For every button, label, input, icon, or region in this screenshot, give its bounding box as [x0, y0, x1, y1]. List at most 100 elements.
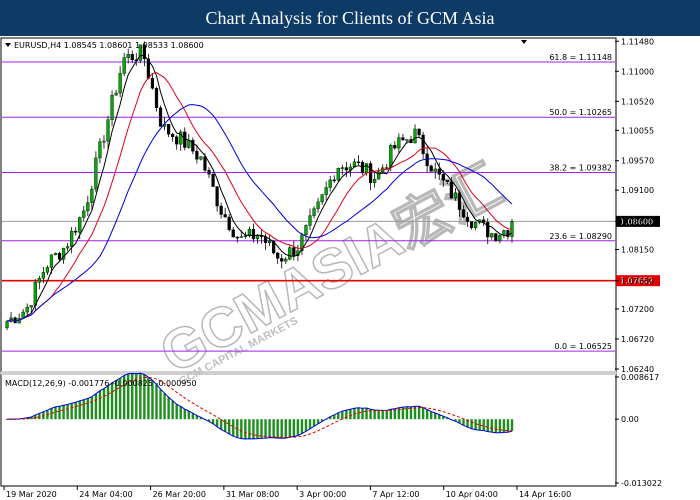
chart-area: GCMASIA宏汇 GCM CAPITAL MARKETS 61.8 = 1.1… — [0, 36, 700, 500]
macd-histogram-bar — [98, 390, 102, 420]
macd-histogram-bar — [264, 419, 267, 439]
macd-histogram-bar — [183, 409, 186, 420]
macd-histogram-bar — [373, 409, 376, 420]
candle-body — [486, 221, 490, 238]
macd-histogram-bar — [288, 419, 292, 438]
candle-body — [150, 78, 155, 89]
macd-histogram-bar — [260, 419, 263, 439]
candle-body — [207, 169, 211, 175]
candle-body — [82, 210, 86, 218]
macd-histogram-bar — [82, 399, 85, 420]
candle-body — [78, 217, 82, 233]
macd-histogram-bar — [349, 409, 352, 420]
candle-body — [385, 167, 389, 169]
candle-body — [445, 179, 449, 182]
macd-histogram-bar — [280, 419, 283, 439]
x-tick-label: 14 Apr 16:00 — [519, 490, 571, 499]
candle-body — [171, 133, 175, 137]
y-tick-label: 1.06720 — [621, 335, 654, 344]
candle-body — [243, 235, 247, 238]
candle-body — [401, 137, 405, 141]
macd-histogram-bar — [341, 411, 344, 420]
candle-body — [312, 208, 316, 216]
candle-body — [308, 215, 312, 226]
candle-body — [45, 267, 50, 273]
macd-histogram-bar — [171, 400, 174, 420]
candle-body — [211, 174, 215, 187]
candle-body — [90, 188, 94, 203]
x-tick-label: 31 Mar 08:00 — [226, 490, 279, 499]
time-axis: 19 Mar 2020 24 Mar 04:00 26 Mar 20:00 31 Ma… — [3, 486, 571, 499]
macd-histogram-bar — [470, 419, 473, 429]
candle-body — [288, 247, 292, 260]
candle-body — [453, 192, 458, 199]
candle-body — [86, 202, 90, 212]
macd-histogram-bar — [486, 419, 489, 432]
macd-histogram-bar — [490, 419, 493, 433]
macd-histogram-bar — [304, 419, 308, 432]
y-tick-label: 1.10055 — [621, 126, 654, 135]
macd-histogram-bar — [167, 397, 170, 420]
candle-body — [320, 194, 324, 203]
macd-histogram-bar — [227, 419, 231, 435]
candle-body — [364, 163, 369, 174]
y-tick-label: 1.11000 — [621, 67, 654, 76]
candle-body — [304, 225, 308, 236]
macd-histogram-bar — [361, 408, 364, 420]
fib-label: 23.6 = 1.08290 — [549, 232, 612, 241]
candle-body — [373, 178, 377, 183]
x-tick-label: 19 Mar 2020 — [6, 490, 57, 499]
candle-body — [316, 201, 320, 209]
candle-body — [276, 252, 280, 259]
candle-body — [368, 163, 373, 183]
macd-histogram-bar — [86, 398, 90, 420]
x-tick-label: 26 Mar 20:00 — [153, 490, 206, 499]
symbol-info: EURUSD,H4 1.08545 1.08601 1.08533 1.0860… — [5, 41, 204, 50]
candle-body — [397, 137, 401, 149]
macd-histogram-bar — [74, 402, 77, 420]
macd-histogram-bar — [62, 405, 65, 420]
y-tick-label: 1.11480 — [621, 37, 654, 46]
macd-histogram-bar — [417, 406, 421, 420]
macd-histogram-bar — [381, 410, 384, 420]
x-tick-label: 7 Apr 12:00 — [372, 490, 419, 499]
macd-histogram-bar — [232, 419, 235, 437]
macd-histogram-bar — [385, 410, 388, 420]
symbol-info-text: EURUSD,H4 1.08545 1.08601 1.08533 1.0860… — [14, 41, 204, 50]
macd-histogram-bar — [106, 385, 110, 420]
macd-histogram-bar — [110, 382, 114, 420]
macd-axis: 0.008617 0.00 -0.013022 — [615, 373, 662, 488]
chart-title: Chart Analysis for Clients of GCM Asia — [0, 0, 700, 36]
candle-body — [118, 73, 122, 94]
macd-histogram-bar — [240, 419, 243, 439]
candle-body — [49, 254, 54, 268]
fib-label: 61.8 = 1.11148 — [549, 53, 612, 62]
macd-histogram-bar — [482, 419, 485, 431]
fib-label: 50.0 = 1.10265 — [549, 108, 612, 117]
candle-body — [223, 214, 227, 218]
y-tick-label: 1.10520 — [621, 97, 654, 106]
macd-histogram-bar — [494, 419, 498, 433]
macd-histogram-bar — [175, 404, 178, 420]
candle-body — [231, 229, 235, 238]
y-tick-label: 1.07200 — [621, 305, 654, 314]
candle-body — [494, 233, 498, 241]
macd-histogram-bar — [502, 419, 506, 433]
candle-body — [417, 128, 421, 136]
macd-y-tick-label: -0.013022 — [621, 479, 662, 488]
candle-body — [441, 174, 445, 181]
macd-histogram-bar — [272, 419, 275, 438]
candle-body — [267, 240, 272, 243]
candle-body — [393, 145, 397, 149]
candle-body — [41, 272, 45, 279]
x-tick-label: 3 Apr 00:00 — [299, 490, 346, 499]
candle-body — [251, 228, 256, 240]
candle-body — [437, 168, 441, 175]
macd-histogram-bar — [498, 419, 502, 433]
candle-body — [175, 136, 179, 145]
macd-histogram-bar — [308, 419, 312, 429]
candle-body — [239, 236, 243, 238]
candle-body — [227, 216, 231, 231]
candle-body — [74, 230, 78, 233]
macd-histogram-bar — [155, 384, 158, 420]
